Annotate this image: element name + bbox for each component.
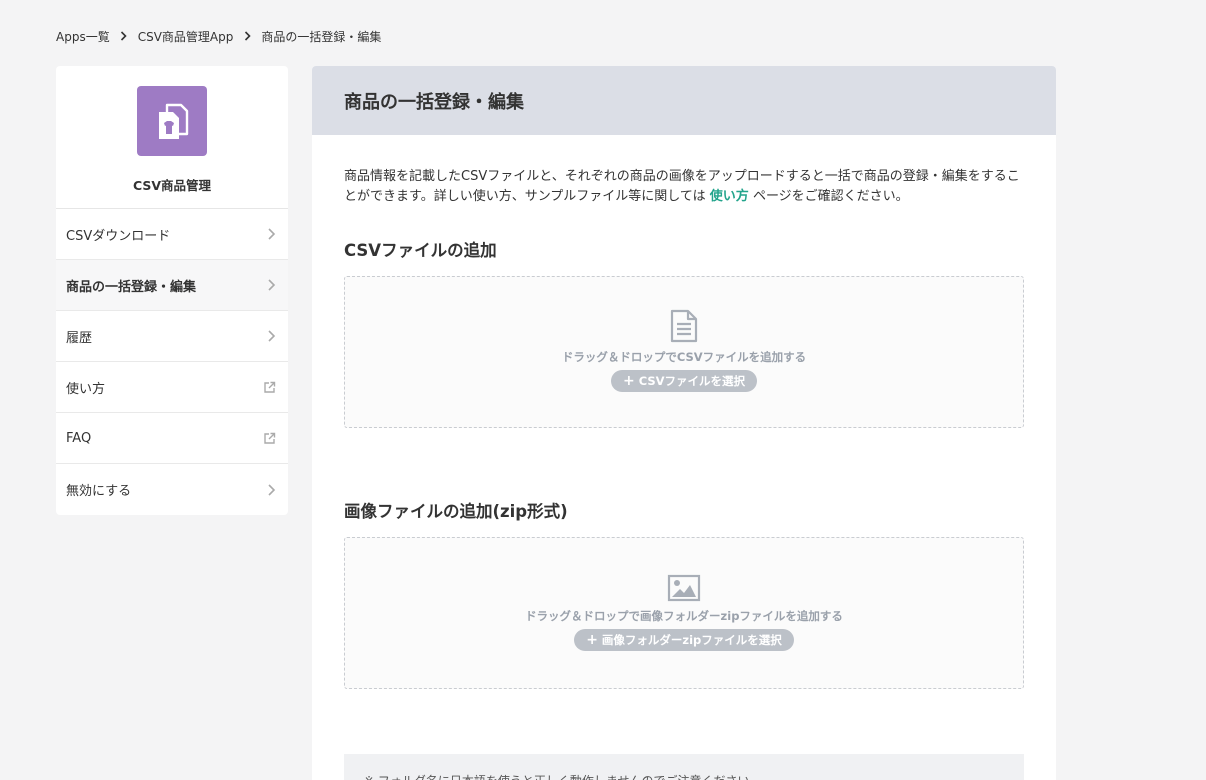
breadcrumb-current: 商品の一括登録・編集 [261, 29, 382, 44]
csv-product-app-icon [137, 86, 207, 156]
chevron-right-icon [268, 483, 276, 496]
app-name: CSV商品管理 [132, 178, 212, 193]
image-drop-text: ドラッグ＆ドロップで画像フォルダーzipファイルを追加する [525, 609, 843, 623]
chevron-right-icon [268, 228, 276, 240]
select-image-zip-button-label: 画像フォルダーzipファイルを選択 [601, 633, 782, 647]
notice-box: ※ フォルダ名に日本語を使うと正しく動作しませんのでご注意ください [344, 754, 1024, 780]
sidebar-item-howto[interactable]: 使い方 [56, 362, 288, 413]
howto-link[interactable]: 使い方 [710, 189, 749, 204]
select-image-zip-button[interactable]: + 画像フォルダーzipファイルを選択 [574, 629, 794, 651]
main-panel: 商品の一括登録・編集 商品情報を記載したCSVファイルと、それぞれの商品の画像を… [312, 66, 1056, 780]
chevron-right-icon [233, 31, 261, 41]
csv-dropzone[interactable]: ドラッグ＆ドロップでCSVファイルを追加する + CSVファイルを選択 [344, 276, 1024, 428]
intro-text: 商品情報を記載したCSVファイルと、それぞれの商品の画像をアップロードすると一括… [344, 167, 1024, 207]
page-title: 商品の一括登録・編集 [312, 66, 1056, 135]
sidebar-item-bulk-edit[interactable]: 商品の一括登録・編集 [56, 260, 288, 311]
csv-section-title: CSVファイルの追加 [344, 241, 497, 260]
sidebar-item-faq[interactable]: FAQ [56, 413, 288, 464]
sidebar-item-label: 商品の一括登録・編集 [66, 279, 197, 295]
intro-text-after: ページをご確認ください。 [748, 189, 909, 204]
image-section-title: 画像ファイルの追加(zip形式) [344, 502, 568, 521]
breadcrumb-apps-link[interactable]: Apps一覧 [56, 28, 110, 45]
image-icon [667, 574, 701, 602]
sidebar-item-label: 使い方 [66, 381, 106, 397]
external-link-icon [264, 381, 276, 393]
sidebar-item-history[interactable]: 履歴 [56, 311, 288, 362]
plus-icon: + [622, 373, 635, 389]
chevron-right-icon [268, 330, 276, 342]
breadcrumb-app-link[interactable]: CSV商品管理App [138, 28, 234, 45]
sidebar-item-label: 履歴 [66, 330, 93, 346]
sidebar-item-label: 無効にする [66, 484, 132, 499]
chevron-right-icon [268, 279, 276, 291]
select-csv-button[interactable]: + CSVファイルを選択 [610, 370, 758, 392]
chevron-right-icon [110, 31, 138, 41]
sidebar-menu: CSVダウンロード 商品の一括登録・編集 履歴 使い方 FAQ 無効にする [56, 209, 288, 515]
sidebar: CSV商品管理 CSVダウンロード 商品の一括登録・編集 履歴 使い方 FAQ … [56, 66, 288, 515]
app-header: CSV商品管理 [56, 66, 288, 209]
breadcrumb: Apps一覧 CSV商品管理App 商品の一括登録・編集 [56, 27, 381, 45]
select-csv-button-label: CSVファイルを選択 [638, 374, 746, 388]
csv-drop-text: ドラッグ＆ドロップでCSVファイルを追加する [561, 350, 807, 364]
document-icon [670, 309, 698, 343]
plus-icon: + [586, 632, 598, 648]
sidebar-item-disable[interactable]: 無効にする [56, 464, 288, 515]
external-link-icon [264, 432, 276, 444]
image-zip-dropzone[interactable]: ドラッグ＆ドロップで画像フォルダーzipファイルを追加する + 画像フォルダーzi… [344, 537, 1024, 689]
main-body: 商品情報を記載したCSVファイルと、それぞれの商品の画像をアップロードすると一括… [312, 135, 1056, 689]
intro-text-before: 商品情報を記載したCSVファイルと、それぞれの商品の画像をアップロードすると一括… [344, 169, 1020, 204]
sidebar-item-csv-download[interactable]: CSVダウンロード [56, 209, 288, 260]
sidebar-item-label: CSVダウンロード [66, 228, 171, 244]
sidebar-item-label: FAQ [66, 430, 92, 446]
